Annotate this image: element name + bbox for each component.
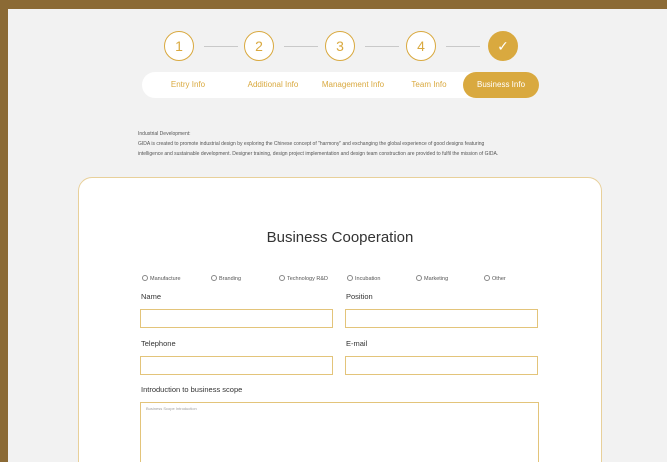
radio-icon	[416, 274, 422, 281]
program-description: Industrial Development: GIDA is created …	[138, 129, 558, 159]
position-input[interactable]	[345, 309, 538, 328]
tab-additional-info[interactable]: Additional Info	[234, 72, 312, 98]
option-marketing[interactable]: Marketing	[416, 274, 448, 284]
radio-icon	[347, 274, 353, 281]
radio-icon	[279, 274, 285, 281]
cooperation-type-options: Manufacture Branding Technology R&D Incu…	[142, 274, 542, 284]
tab-management-info[interactable]: Management Info	[312, 72, 394, 98]
step-complete-check-icon[interactable]: ✓	[488, 31, 518, 61]
email-input[interactable]	[345, 356, 538, 375]
step-2[interactable]: 2	[244, 31, 274, 61]
radio-icon	[484, 274, 490, 281]
step-connector	[204, 46, 238, 47]
step-4[interactable]: 4	[406, 31, 436, 61]
progress-stepper: 1 2 3 4 ✓	[164, 31, 544, 61]
step-connector	[284, 46, 318, 47]
telephone-input[interactable]	[140, 356, 333, 375]
description-line: intelligence and sustainable development…	[138, 151, 499, 157]
business-scope-placeholder: Business Scope Introduction	[146, 406, 197, 411]
page: 1 2 3 4 ✓ Entry Info Additional Info Man…	[8, 9, 667, 462]
tab-business-info[interactable]: Business Info	[463, 72, 539, 98]
option-technology-rd[interactable]: Technology R&D	[279, 274, 328, 284]
description-line: GIDA is created to promote industrial de…	[138, 141, 485, 147]
step-3[interactable]: 3	[325, 31, 355, 61]
option-other[interactable]: Other	[484, 274, 506, 284]
radio-icon	[142, 274, 148, 281]
telephone-label: Telephone	[141, 339, 176, 348]
business-cooperation-form: Business Cooperation Manufacture Brandin…	[78, 177, 602, 462]
section-tabs: Entry Info Additional Info Management In…	[142, 72, 539, 98]
email-label: E-mail	[346, 339, 368, 348]
name-label: Name	[141, 292, 162, 301]
name-input[interactable]	[140, 309, 333, 328]
option-branding[interactable]: Branding	[211, 274, 241, 284]
step-1[interactable]: 1	[164, 31, 194, 61]
radio-icon	[211, 274, 217, 281]
step-connector	[446, 46, 480, 47]
position-label: Position	[346, 292, 373, 301]
tab-team-info[interactable]: Team Info	[394, 72, 464, 98]
business-scope-label: Introduction to business scope	[141, 385, 243, 394]
step-connector	[365, 46, 399, 47]
option-incubation[interactable]: Incubation	[347, 274, 380, 284]
description-heading: Industrial Development:	[138, 131, 191, 137]
business-scope-textarea[interactable]: Business Scope Introduction	[140, 402, 539, 462]
tab-entry-info[interactable]: Entry Info	[142, 72, 234, 98]
form-title: Business Cooperation	[266, 229, 414, 246]
option-manufacture[interactable]: Manufacture	[142, 274, 181, 284]
